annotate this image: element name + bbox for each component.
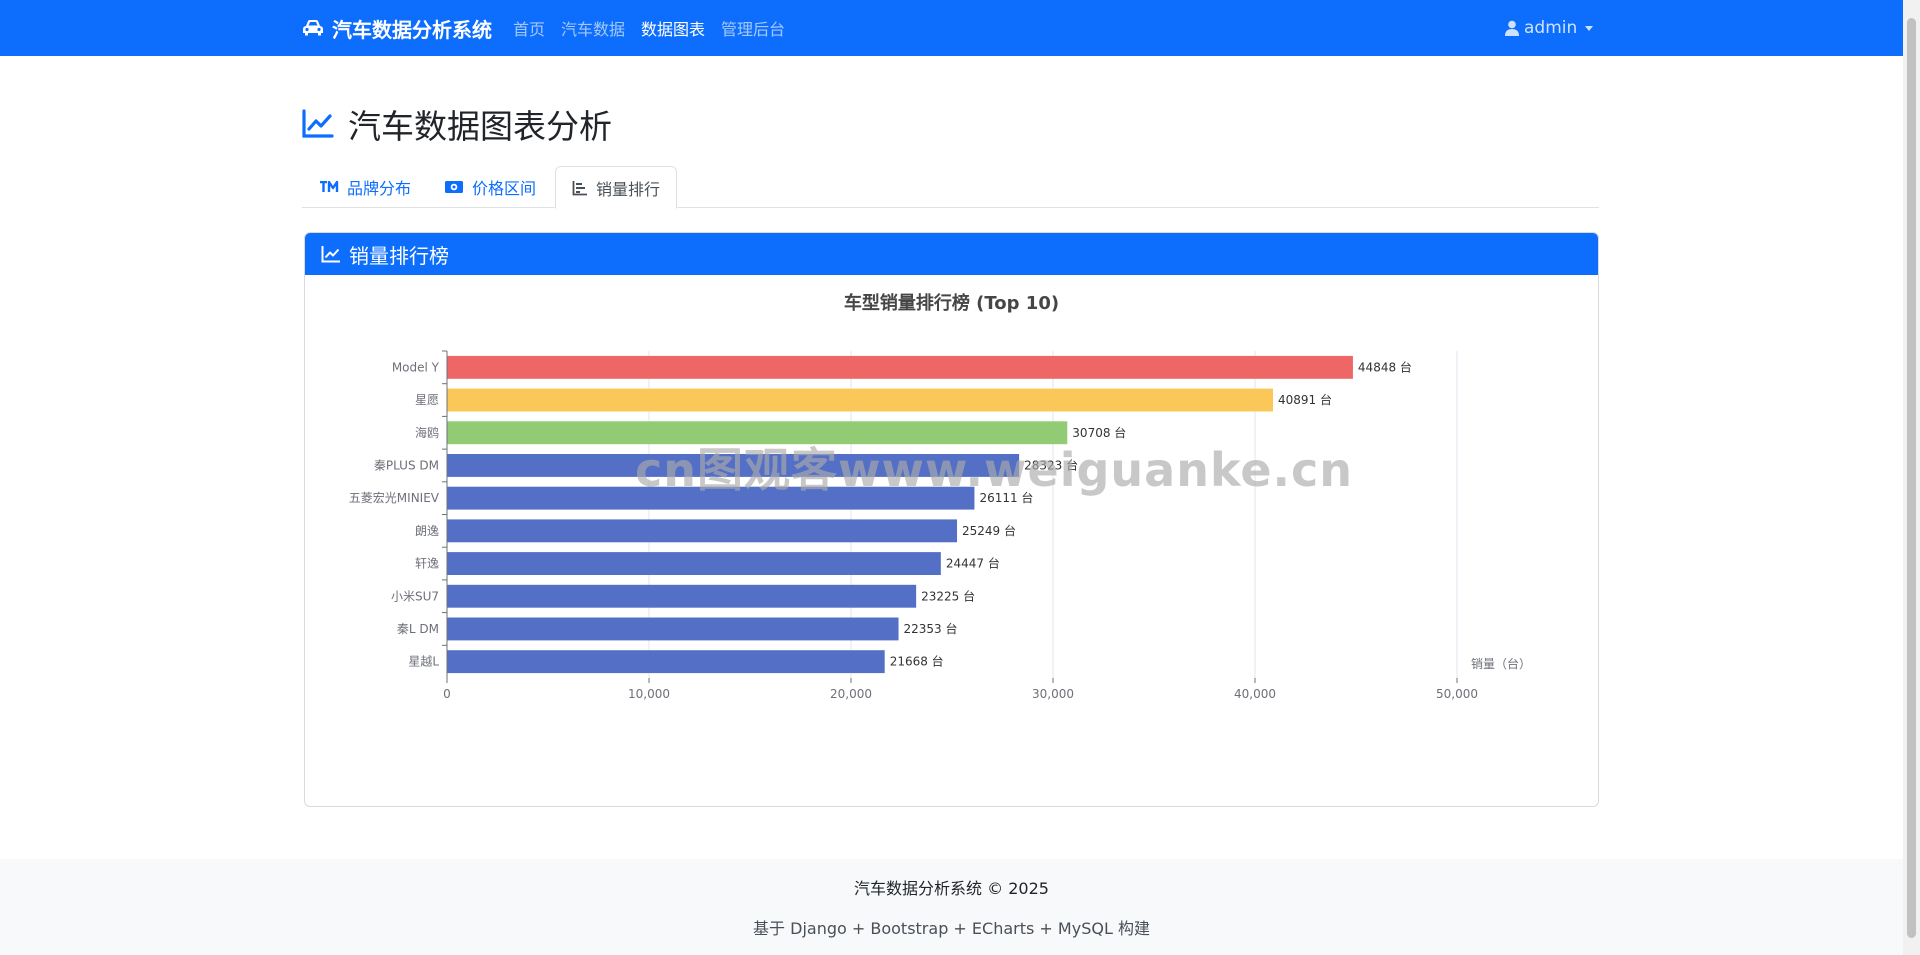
nav-link-charts[interactable]: 数据图表: [641, 16, 705, 40]
data-label: 23225 台: [921, 588, 975, 603]
navbar: 汽车数据分析系统 首页 汽车数据 数据图表 管理后台 admin: [0, 0, 1903, 56]
chevron-down-icon: [1585, 25, 1594, 31]
data-label: 24447 台: [946, 556, 1000, 571]
sales-ranking-card: 销量排行榜 车型销量排行榜 (Top 10) 0 10,000 20,000 30,00…: [304, 232, 1599, 807]
bar: [447, 584, 917, 608]
tab-sales-ranking[interactable]: 销量排行: [555, 166, 678, 209]
bar: [447, 519, 958, 543]
data-label: 40891 台: [1278, 392, 1332, 407]
chart-line-icon: [321, 246, 340, 263]
x-tick-label: 40,000: [1234, 687, 1276, 701]
trademark-icon: [320, 181, 339, 192]
category-label: 朗逸: [415, 524, 439, 538]
nav-link-car-data[interactable]: 汽车数据: [561, 16, 625, 40]
user-name: admin: [1524, 18, 1578, 38]
brand[interactable]: 汽车数据分析系统: [302, 0, 492, 56]
chart-title: 车型销量排行榜 (Top 10): [844, 292, 1059, 314]
card-title: 销量排行榜: [349, 243, 449, 268]
chart-container: 车型销量排行榜 (Top 10) 0 10,000 20,000 30,000 40,00…: [305, 275, 1598, 806]
data-label: 28323 台: [1024, 457, 1078, 472]
footer-copyright: 汽车数据分析系统 © 2025: [854, 879, 1049, 898]
page-title-text: 汽车数据图表分析: [348, 107, 612, 146]
x-tick-label: 20,000: [830, 687, 872, 701]
bar: [447, 650, 885, 674]
chart-line-icon: [302, 109, 334, 138]
card-header: 销量排行榜: [305, 233, 1598, 275]
category-label: 五菱宏光MINIEV: [349, 490, 440, 505]
nav-links: 首页 汽车数据 数据图表 管理后台: [513, 0, 801, 56]
footer-tech-stack: 基于 Django + Bootstrap + ECharts + MySQL …: [753, 919, 1150, 938]
tab-label: 价格区间: [472, 179, 537, 198]
user-icon: [1505, 20, 1519, 36]
bar: [447, 552, 941, 575]
footer: 汽车数据分析系统 © 2025 基于 Django + Bootstrap + …: [0, 859, 1903, 955]
money-bill-icon: [445, 181, 463, 193]
category-label: 轩逸: [415, 557, 439, 571]
bar: [447, 486, 975, 510]
sales-bar-chart: 车型销量排行榜 (Top 10) 0 10,000 20,000 30,000 40,00…: [349, 292, 1531, 701]
page-title: 汽车数据图表分析: [302, 100, 612, 148]
category-label: 秦L DM: [397, 622, 439, 636]
nav-link-home[interactable]: 首页: [513, 16, 545, 40]
tab-label: 品牌分布: [347, 179, 412, 198]
brand-label: 汽车数据分析系统: [332, 17, 492, 42]
x-tick-label: 50,000: [1436, 687, 1478, 701]
data-label: 30708 台: [1072, 425, 1126, 440]
bar: [447, 454, 1020, 477]
nav-link-admin[interactable]: 管理后台: [721, 16, 785, 40]
x-tick-label: 0: [443, 687, 451, 701]
category-label: Model Y: [392, 360, 440, 374]
tab-label: 销量排行: [596, 179, 661, 199]
tab-price-range[interactable]: 价格区间: [427, 166, 553, 208]
user-menu[interactable]: admin: [1505, 0, 1594, 56]
scrollbar-thumb[interactable]: [1907, 18, 1916, 938]
category-label: 海鸥: [415, 425, 439, 440]
category-label: 小米SU7: [391, 589, 439, 603]
tab-brand-distribution[interactable]: 品牌分布: [302, 166, 428, 208]
data-label: 21668 台: [890, 654, 944, 669]
data-label: 44848 台: [1358, 359, 1412, 374]
category-label: 星愿: [415, 393, 439, 407]
data-label: 22353 台: [904, 621, 958, 636]
x-tick-label: 10,000: [628, 687, 670, 701]
bar: [447, 617, 899, 641]
data-label: 26111 台: [979, 490, 1033, 505]
bar: [447, 421, 1068, 445]
bar: [447, 355, 1353, 379]
car-icon: [303, 20, 323, 36]
page-scrollbar[interactable]: [1903, 0, 1920, 955]
bar: [447, 388, 1273, 412]
chart-tabs: 品牌分布 价格区间 销量排行: [302, 166, 1599, 209]
x-tick-label: 30,000: [1032, 687, 1074, 701]
category-label: 秦PLUS DM: [374, 458, 439, 472]
bar-chart-icon: [572, 180, 587, 195]
data-label: 25249 台: [962, 523, 1016, 538]
x-axis-label: 销量（台）: [1471, 656, 1531, 671]
category-label: 星越L: [408, 655, 439, 669]
